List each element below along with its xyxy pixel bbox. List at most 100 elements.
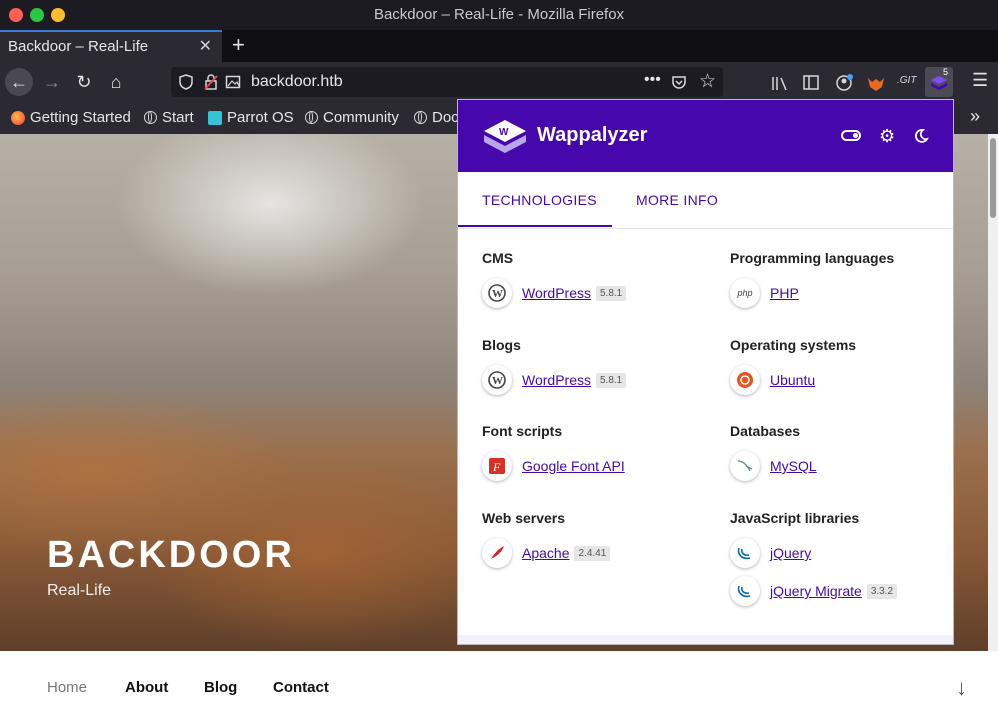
- toggle-switch-icon[interactable]: [841, 130, 861, 141]
- tab-technologies[interactable]: TECHNOLOGIES: [482, 192, 597, 208]
- moon-icon[interactable]: [913, 128, 929, 144]
- svg-text:W: W: [499, 127, 509, 138]
- wappalyzer-header: W Wappalyzer ⚙: [458, 100, 953, 172]
- php-icon: php: [730, 278, 760, 308]
- mysql-icon: [730, 451, 760, 481]
- more-bookmarks-icon[interactable]: »: [970, 106, 980, 127]
- browser-tab[interactable]: Backdoor – Real-Life ✕: [0, 30, 222, 62]
- fox-extension-icon[interactable]: [866, 73, 886, 93]
- nav-blog[interactable]: Blog: [204, 679, 237, 696]
- parrot-icon: [208, 110, 222, 125]
- tech-item[interactable]: Apache 2.4.41: [482, 538, 611, 568]
- wappalyzer-icon: [931, 76, 947, 90]
- tech-name[interactable]: jQuery Migrate: [770, 583, 862, 599]
- sidebar-icon[interactable]: [803, 75, 819, 90]
- tech-version: 2.4.41: [574, 545, 611, 561]
- shield-icon[interactable]: [179, 74, 193, 90]
- category-font-scripts: Font scripts: [482, 423, 563, 439]
- bookmark-label: Start: [162, 109, 194, 126]
- new-tab-button[interactable]: +: [232, 32, 245, 58]
- page-icon[interactable]: [225, 74, 241, 90]
- category-web-servers: Web servers: [482, 510, 566, 526]
- svg-text:W: W: [492, 288, 503, 300]
- tech-item[interactable]: F Google Font API: [482, 451, 625, 481]
- wappalyzer-tabs: TECHNOLOGIES MORE INFO: [458, 172, 953, 229]
- tech-item[interactable]: MySQL: [730, 451, 817, 481]
- tech-name[interactable]: Apache: [522, 545, 569, 561]
- window-title: Backdoor – Real-Life - Mozilla Firefox: [373, 6, 625, 23]
- home-button[interactable]: ⌂: [102, 68, 130, 96]
- tab-close-icon[interactable]: ✕: [199, 36, 212, 56]
- page-scrollbar[interactable]: [988, 134, 998, 651]
- account-icon[interactable]: [835, 73, 855, 91]
- tab-more-info[interactable]: MORE INFO: [636, 192, 718, 208]
- bookmark-star-icon[interactable]: ☆: [699, 70, 716, 93]
- tech-version: 3.3.2: [866, 583, 898, 599]
- bookmark-parrot-os[interactable]: Parrot OS: [208, 109, 294, 126]
- bookmark-label: Parrot OS: [227, 109, 294, 126]
- git-extension-icon[interactable]: .GIT: [897, 75, 916, 86]
- tech-name[interactable]: Google Font API: [522, 458, 625, 474]
- window-titlebar: Backdoor – Real-Life - Mozilla Firefox: [0, 0, 998, 30]
- url-text: backdoor.htb: [251, 73, 343, 90]
- wappalyzer-extension-button[interactable]: 5: [925, 67, 953, 97]
- tech-version: 5.8.1: [595, 372, 627, 388]
- ubuntu-icon: [730, 365, 760, 395]
- google-font-icon: F: [482, 451, 512, 481]
- url-bar[interactable]: backdoor.htb ••• ☆: [171, 67, 723, 97]
- globe-icon: [144, 111, 157, 124]
- tech-item[interactable]: php PHP: [730, 278, 799, 308]
- tech-name[interactable]: WordPress: [522, 372, 591, 388]
- globe-icon: [305, 111, 318, 124]
- bookmark-getting-started[interactable]: Getting Started: [11, 109, 131, 126]
- tech-item[interactable]: jQuery: [730, 538, 811, 568]
- jquery-icon: [730, 576, 760, 606]
- nav-contact[interactable]: Contact: [273, 679, 329, 696]
- tech-name[interactable]: PHP: [770, 285, 799, 301]
- bookmark-label: Doc: [432, 109, 459, 126]
- tech-name[interactable]: jQuery: [770, 545, 811, 561]
- page-actions-icon[interactable]: •••: [644, 71, 661, 89]
- insecure-lock-icon[interactable]: [203, 74, 219, 90]
- site-title[interactable]: BACKDOOR: [47, 534, 295, 577]
- tech-item[interactable]: W WordPress 5.8.1: [482, 365, 627, 395]
- site-navigation: Home About Blog Contact ↓: [0, 651, 998, 722]
- scroll-down-arrow-icon[interactable]: ↓: [956, 675, 967, 701]
- tech-item[interactable]: W WordPress 5.8.1: [482, 278, 627, 308]
- pocket-icon[interactable]: [671, 74, 687, 90]
- forward-button[interactable]: →: [38, 68, 66, 96]
- tech-item[interactable]: Ubuntu: [730, 365, 815, 395]
- navigation-toolbar: ← → ↻ ⌂ backdoor.htb ••• ☆ .GIT 5 ☰: [0, 62, 998, 102]
- bookmark-start[interactable]: Start: [144, 109, 194, 126]
- tech-name[interactable]: Ubuntu: [770, 372, 815, 388]
- menu-icon[interactable]: ☰: [972, 70, 988, 91]
- bookmark-label: Community: [323, 109, 399, 126]
- extension-badge: 5: [943, 67, 949, 77]
- back-button[interactable]: ←: [5, 68, 33, 96]
- apache-icon: [482, 538, 512, 568]
- bookmark-doc[interactable]: Doc: [414, 109, 459, 126]
- scrollbar-thumb[interactable]: [990, 138, 996, 218]
- tech-item[interactable]: jQuery Migrate 3.3.2: [730, 576, 898, 606]
- tab-title: Backdoor – Real-Life: [8, 38, 149, 55]
- wordpress-icon: W: [482, 278, 512, 308]
- wappalyzer-popup: W Wappalyzer ⚙ TECHNOLOGIES MORE INFO CM…: [457, 99, 954, 645]
- nav-about[interactable]: About: [125, 679, 168, 696]
- gear-icon[interactable]: ⚙: [879, 126, 895, 147]
- globe-icon: [414, 111, 427, 124]
- svg-text:F: F: [492, 460, 501, 474]
- tech-name[interactable]: MySQL: [770, 458, 817, 474]
- library-icon[interactable]: [771, 75, 789, 91]
- popup-footer: [458, 635, 953, 644]
- firefox-icon: [11, 110, 25, 125]
- tab-bar: Backdoor – Real-Life ✕ +: [0, 30, 998, 62]
- nav-home[interactable]: Home: [47, 679, 87, 696]
- svg-text:W: W: [492, 375, 503, 387]
- reload-button[interactable]: ↻: [70, 68, 98, 96]
- bookmark-community[interactable]: Community: [305, 109, 399, 126]
- wappalyzer-logo-icon: W: [484, 120, 526, 153]
- tech-name[interactable]: WordPress: [522, 285, 591, 301]
- category-blogs: Blogs: [482, 337, 521, 353]
- site-tagline: Real-Life: [47, 582, 112, 599]
- bookmark-label: Getting Started: [30, 109, 131, 126]
